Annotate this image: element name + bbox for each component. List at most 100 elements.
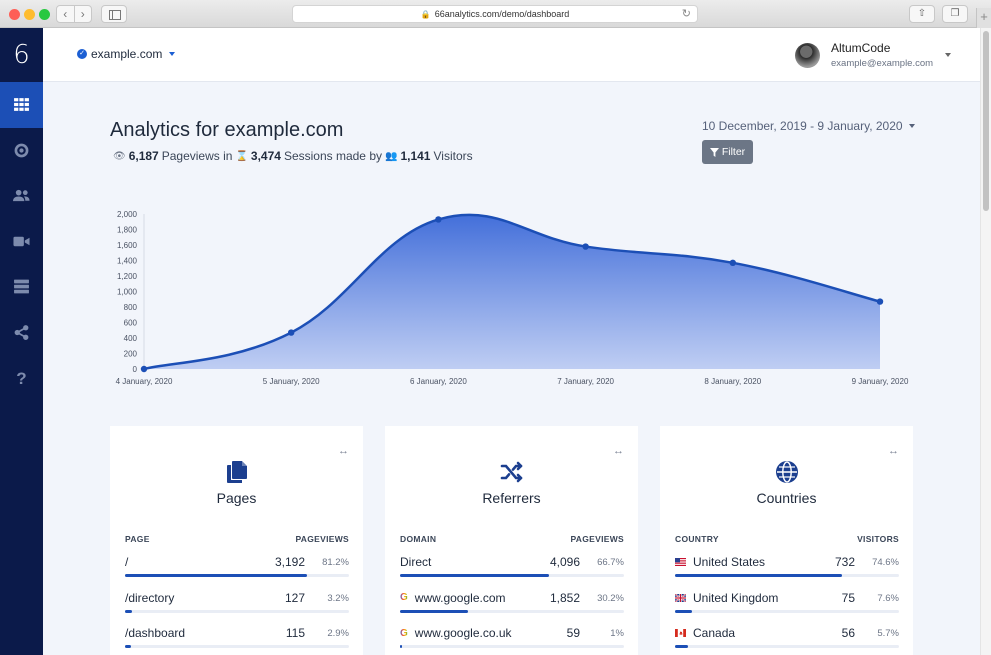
caret-down-icon (908, 124, 915, 128)
chart-data-point[interactable] (729, 259, 736, 267)
row-label: /dashboard (125, 626, 186, 640)
sidebar-item-share[interactable] (0, 310, 43, 356)
share-nodes-icon (14, 324, 29, 340)
progress-track (675, 574, 899, 577)
user-caret-down-icon[interactable] (945, 53, 951, 57)
row-value: 732 (834, 555, 855, 569)
expand-icon[interactable]: ↔ (613, 445, 624, 457)
y-tick-label: 2,000 (117, 210, 138, 219)
video-icon (13, 236, 30, 246)
list-item[interactable]: Direct 4,096 66.7% (400, 555, 624, 585)
website-selector[interactable]: ✓ example.com (77, 47, 176, 61)
list-item[interactable]: /directory 127 3.2% (125, 591, 349, 621)
reload-icon[interactable]: ↻ (682, 7, 691, 20)
row-value: 115 (285, 626, 305, 640)
list-item[interactable]: /dashboard 115 2.9% (125, 626, 349, 655)
row-percentage: 81.2% (322, 557, 349, 568)
sidebar-item-dashboard[interactable] (0, 82, 43, 128)
sidebar-item-realtime[interactable] (0, 128, 43, 174)
column-header-value: PAGEVIEWS (570, 534, 624, 544)
sidebar-item-visitors[interactable] (0, 173, 43, 219)
list-item[interactable]: / 3,192 81.2% (125, 555, 349, 585)
zoom-window-button[interactable] (39, 9, 50, 20)
list-item[interactable]: Gwww.google.co.uk 59 1% (400, 626, 624, 655)
chart-data-point[interactable] (288, 329, 295, 336)
card-column-headers: DOMAIN PAGEVIEWS (400, 534, 624, 544)
user-email: example@example.com (831, 58, 934, 69)
row-percentage: 30.2% (597, 592, 624, 604)
progress-fill (125, 609, 133, 613)
row-value: 4,096 (549, 555, 580, 569)
chart-data-point[interactable] (140, 365, 148, 373)
new-tab-button[interactable]: + (976, 8, 991, 28)
y-tick-label: 1,600 (117, 241, 138, 250)
target-icon (14, 143, 29, 158)
row-value: 3,192 (274, 555, 305, 569)
row-label: United Kingdom (693, 590, 779, 605)
minimize-window-button[interactable] (24, 9, 35, 20)
card-title: Referrers (482, 490, 541, 506)
chevron-right-icon[interactable]: › (73, 6, 92, 22)
browser-toolbar: ‹ › 🔒 66analytics.com/demo/dashboard ↻ ⇧… (0, 0, 991, 28)
x-tick-label: 9 January, 2020 (852, 377, 909, 386)
y-tick-label: 1,200 (117, 272, 138, 281)
share-icon[interactable]: ⇧ (909, 5, 935, 23)
row-percentage: 74.6% (872, 557, 899, 568)
pageviews-count: 6,187 (128, 149, 159, 163)
y-tick-label: 400 (124, 334, 138, 343)
column-header-value: VISITORS (857, 534, 899, 544)
progress-fill (125, 645, 132, 648)
expand-icon[interactable]: ↔ (888, 445, 899, 457)
page-scrollbar[interactable] (980, 28, 991, 655)
y-tick-label: 600 (124, 319, 138, 328)
lock-icon: 🔒 (420, 9, 431, 19)
chart-data-point[interactable] (582, 243, 589, 250)
progress-track (125, 574, 349, 577)
close-window-button[interactable] (9, 9, 20, 20)
expand-icon[interactable]: ↔ (338, 445, 349, 457)
website-name: example.com (91, 47, 163, 61)
user-menu[interactable]: AltumCode example@example.com (795, 41, 933, 69)
row-percentage: 1% (610, 628, 624, 639)
row-value: 59 (566, 626, 580, 640)
column-header-label: COUNTRY (675, 534, 719, 544)
y-tick-label: 800 (124, 303, 138, 312)
chart-data-point[interactable] (435, 216, 442, 223)
row-label-wrap: /dashboard (125, 626, 185, 640)
row-label: Canada (693, 626, 736, 640)
progress-fill (675, 645, 688, 648)
user-name: AltumCode (831, 41, 891, 55)
list-item[interactable]: United States 732 74.6% (675, 555, 899, 585)
app-logo[interactable]: 6 (0, 28, 43, 82)
summary-stats: 👁 6,187 Pageviews in ⌛ 3,474 Sessions ma… (110, 149, 473, 163)
date-range-text: 10 December, 2019 - 9 January, 2020 (702, 119, 903, 133)
row-label-wrap: Canada (675, 626, 735, 640)
row-percentage: 5.7% (877, 628, 899, 639)
progress-fill (675, 574, 843, 577)
row-label: www.google.co.uk (414, 626, 512, 640)
filter-button[interactable]: Filter (702, 140, 753, 164)
y-tick-label: 200 (124, 350, 138, 359)
sidebar-item-help[interactable]: ? (0, 355, 43, 401)
address-bar[interactable]: 🔒 66analytics.com/demo/dashboard ↻ (292, 5, 698, 23)
tabs-icon[interactable]: ❐ (942, 5, 968, 23)
chevron-left-icon[interactable]: ‹ (57, 6, 74, 22)
pageviews-label: Pageviews in (161, 149, 233, 163)
list-item[interactable]: Gwww.google.com 1,852 30.2% (400, 591, 624, 621)
scrollbar-thumb[interactable] (983, 31, 989, 211)
row-percentage: 3.2% (327, 592, 349, 604)
sidebar-item-replays[interactable] (0, 219, 43, 265)
server-icon (14, 279, 29, 294)
progress-track (400, 645, 624, 648)
sidebar-toggle-icon[interactable] (101, 5, 127, 23)
x-tick-label: 7 January, 2020 (557, 377, 614, 386)
list-item[interactable]: Canada 56 5.7% (675, 626, 899, 655)
progress-fill (400, 574, 550, 577)
svg-text:?: ? (16, 369, 26, 386)
row-label: www.google.com (414, 590, 506, 605)
flag-us-icon (675, 555, 693, 569)
date-range-picker[interactable]: 10 December, 2019 - 9 January, 2020 (702, 119, 915, 133)
chart-data-point[interactable] (876, 298, 884, 305)
sidebar-item-websites[interactable] (0, 264, 43, 310)
list-item[interactable]: United Kingdom 75 7.6% (675, 591, 899, 621)
